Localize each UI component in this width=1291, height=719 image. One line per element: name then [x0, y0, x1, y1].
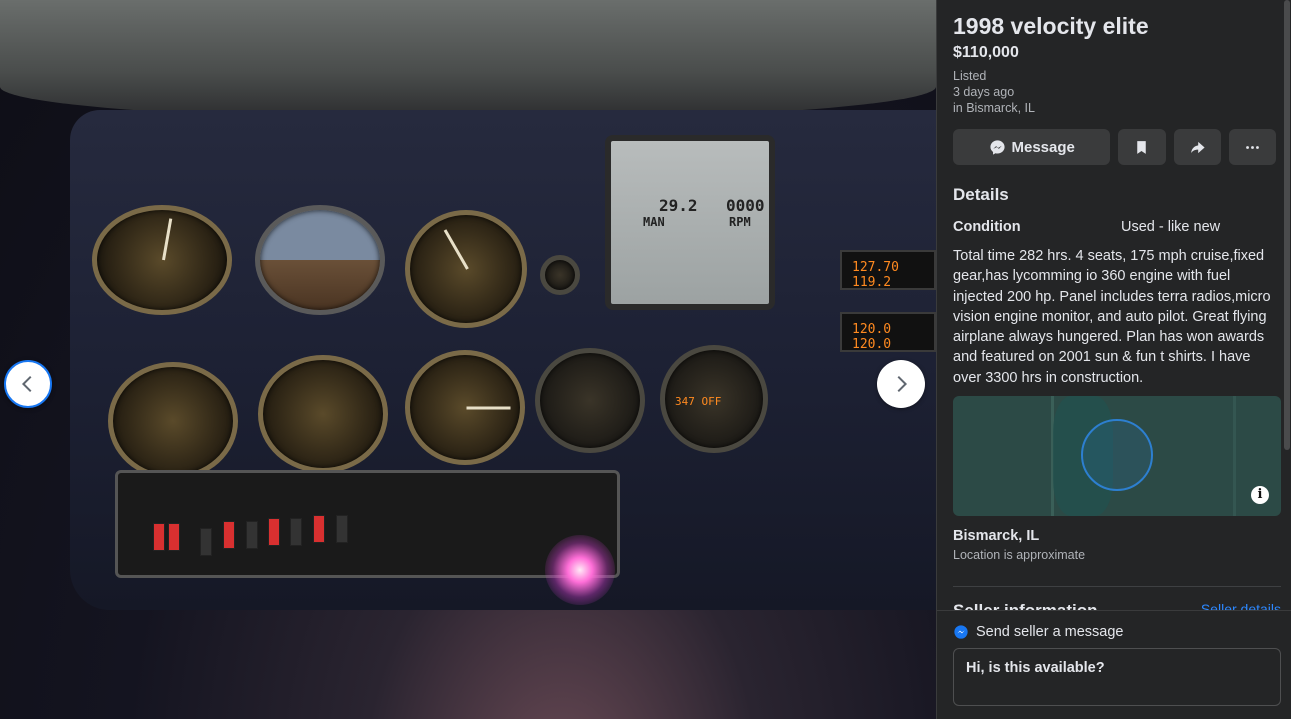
send-message-label-row: Send seller a message: [953, 624, 1276, 640]
switch: [268, 518, 280, 546]
switch: [246, 521, 258, 549]
marketplace-listing-view: 347 OFF 29.2 MAN 0000 RPM 127.70 119.2 1…: [0, 0, 1291, 719]
rpm-value: 0000: [726, 196, 765, 215]
listed-where: in Bismarck, IL: [953, 101, 1035, 115]
switch: [168, 523, 180, 551]
manifold-value: 29.2: [659, 196, 698, 215]
share-icon: [1190, 141, 1205, 153]
map-road: [1233, 396, 1236, 517]
location-map[interactable]: i: [953, 396, 1281, 517]
more-options-button[interactable]: [1228, 129, 1276, 165]
location-note: Location is approximate: [953, 548, 1086, 563]
switch: [290, 518, 302, 546]
airspeed-gauge: [92, 205, 232, 315]
message-button-label: Message: [1011, 138, 1075, 156]
vertical-speed-gauge: [405, 350, 525, 465]
small-gauge: [540, 255, 580, 295]
previous-photo-button[interactable]: [4, 360, 52, 408]
condition-value: Used - like new: [1121, 219, 1221, 235]
details-scroll-area[interactable]: 1998 velocity elite $110,000 Listed 3 da…: [937, 0, 1291, 610]
panel-scrollbar[interactable]: [1284, 0, 1290, 450]
details-heading: Details: [953, 185, 1009, 204]
listed-label: Listed: [953, 69, 987, 83]
autopilot-gauge: 347 OFF: [660, 345, 768, 453]
switch: [200, 528, 212, 556]
message-button[interactable]: Message: [953, 129, 1111, 165]
listing-meta: Listed 3 days ago in Bismarck, IL: [953, 68, 1276, 116]
more-icon: [1246, 145, 1259, 149]
switch: [223, 521, 235, 549]
autopilot-readout: 347 OFF: [675, 395, 722, 408]
save-button[interactable]: [1118, 129, 1166, 165]
send-message-label: Send seller a message: [976, 624, 1124, 640]
rpm-label: RPM: [729, 215, 751, 229]
altimeter-gauge: [405, 210, 527, 328]
messenger-icon: [954, 625, 968, 639]
next-photo-button[interactable]: [877, 360, 925, 408]
chevron-right-icon: [897, 375, 908, 393]
section-divider: [953, 586, 1281, 588]
send-message-section: Send seller a message Hi, is this availa…: [937, 610, 1291, 719]
listing-details-panel: 1998 velocity elite $110,000 Listed 3 da…: [936, 0, 1291, 719]
switch: [153, 523, 165, 551]
map-info-icon[interactable]: i: [1251, 486, 1269, 505]
listing-description: Total time 282 hrs. 4 seats, 175 mph cru…: [953, 248, 1271, 386]
nav-com-radio-1: 127.70 119.2: [840, 250, 936, 290]
cabin-light: [545, 535, 615, 605]
approximate-location-circle: [1081, 419, 1153, 492]
listing-price: $110,000: [953, 44, 1019, 61]
condition-row: Condition Used - like new: [953, 219, 1276, 235]
send-message-input[interactable]: Hi, is this available?: [953, 648, 1281, 706]
trim-gauge: [535, 348, 645, 453]
glareshield: [0, 0, 936, 120]
manifold-label: MAN: [643, 215, 665, 229]
condition-label: Condition: [953, 219, 1021, 235]
attitude-gauge: [255, 205, 385, 315]
heading-gauge: [258, 355, 388, 473]
switch-panel: [115, 470, 620, 578]
switch: [336, 515, 348, 543]
action-bar: Message: [953, 129, 1276, 165]
turn-coordinator-gauge: [108, 362, 238, 480]
share-button[interactable]: [1173, 129, 1221, 165]
seller-info-heading: Seller information: [953, 601, 1098, 610]
switch: [313, 515, 325, 543]
bookmark-icon: [1137, 140, 1147, 154]
seller-details-link[interactable]: Seller details: [1201, 601, 1281, 610]
location-city: Bismarck, IL: [953, 528, 1040, 545]
radio-2-freq: 120.0 120.0: [852, 322, 892, 352]
listing-title: 1998 velocity elite: [953, 13, 1149, 39]
seller-info-row: Seller information Seller details: [953, 601, 1281, 610]
nav-com-radio-2: 120.0 120.0: [840, 312, 936, 352]
chevron-left-icon: [21, 375, 32, 393]
messenger-icon: [989, 139, 1005, 155]
radio-1-freq: 127.70 119.2: [852, 260, 899, 290]
listed-when: 3 days ago: [953, 85, 1015, 99]
listing-photo: 347 OFF 29.2 MAN 0000 RPM 127.70 119.2 1…: [0, 0, 936, 719]
engine-monitor-screen: 29.2 MAN 0000 RPM: [605, 135, 775, 310]
